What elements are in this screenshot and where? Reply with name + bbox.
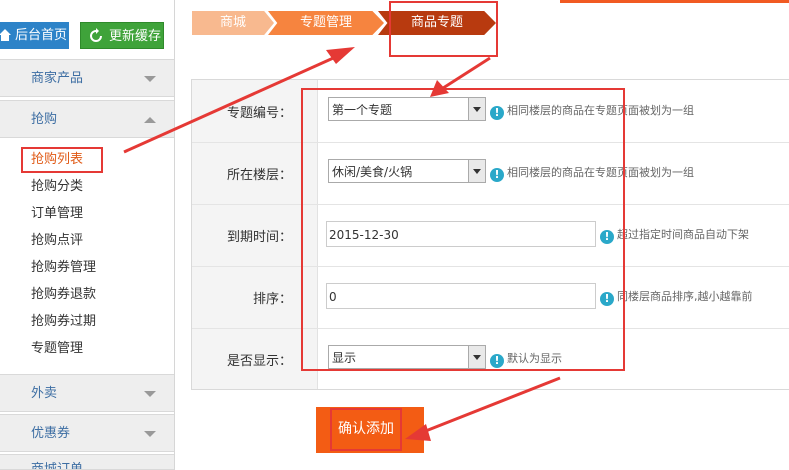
tip-text: 超过指定时间商品自动下架	[617, 228, 749, 241]
sidebar-item-voucher-management[interactable]: 抢购券管理	[31, 258, 96, 278]
top-accent-line	[560, 0, 789, 3]
refresh-button-label: 更新缓存	[109, 29, 162, 44]
sidebar-top-buttons: 后台首页 更新缓存	[0, 0, 174, 60]
sidebar-item-flash-sale-reviews[interactable]: 抢购点评	[31, 231, 83, 251]
sidebar-item-flash-sale-category[interactable]: 抢购分类	[31, 177, 83, 197]
confirm-add-button[interactable]: 确认添加	[330, 408, 402, 451]
sidebar-item-topic-management[interactable]: 专题管理	[31, 339, 83, 359]
sidebar-section-label: 外卖	[31, 386, 58, 401]
sidebar-section-label: 商家产品	[31, 71, 84, 86]
breadcrumb-item-mall[interactable]: 商城	[192, 11, 274, 35]
tip-text: 同楼层商品排序,越小越靠前	[617, 290, 753, 303]
field-label: 所在楼层：	[226, 168, 292, 183]
highlight-box-sidebar-item	[21, 147, 103, 173]
chevron-down-icon	[144, 391, 156, 397]
refresh-cache-button[interactable]: 更新缓存	[80, 22, 164, 49]
field-label: 专题编号：	[226, 106, 292, 121]
sidebar-section-merchant-products[interactable]: 商家产品	[0, 59, 174, 97]
sidebar-section-label: 抢购	[31, 112, 58, 127]
sidebar-section-label: 商城订单	[31, 462, 84, 470]
sidebar-section-label: 优惠券	[31, 426, 71, 441]
highlight-box-form	[301, 88, 625, 371]
chevron-up-icon	[144, 117, 156, 123]
sidebar-item-order-management[interactable]: 订单管理	[31, 204, 83, 224]
home-icon	[0, 29, 11, 41]
sidebar-section-takeout[interactable]: 外卖	[0, 374, 174, 412]
home-button-label: 后台首页	[15, 28, 68, 43]
refresh-icon	[90, 28, 102, 42]
sidebar-item-voucher-refund[interactable]: 抢购券退款	[31, 285, 96, 305]
sidebar-item-voucher-expired[interactable]: 抢购券过期	[31, 312, 96, 332]
chevron-down-icon	[144, 76, 156, 82]
field-label: 排序：	[252, 292, 292, 307]
field-label: 是否显示：	[226, 354, 292, 369]
sidebar-section-mall-orders[interactable]: 商城订单	[0, 454, 174, 470]
highlight-box-breadcrumb	[389, 1, 498, 57]
breadcrumb-item-topic-management[interactable]: 专题管理	[268, 11, 384, 35]
sidebar-section-flash-sale[interactable]: 抢购	[0, 100, 174, 138]
field-label: 到期时间：	[226, 230, 292, 245]
sidebar: 后台首页 更新缓存 商家产品 抢购 抢购列表 抢购分类 订单管理 抢购点评 抢购…	[0, 0, 175, 470]
home-button[interactable]: 后台首页	[0, 22, 69, 49]
sidebar-section-coupons[interactable]: 优惠券	[0, 414, 174, 452]
chevron-down-icon	[144, 431, 156, 437]
